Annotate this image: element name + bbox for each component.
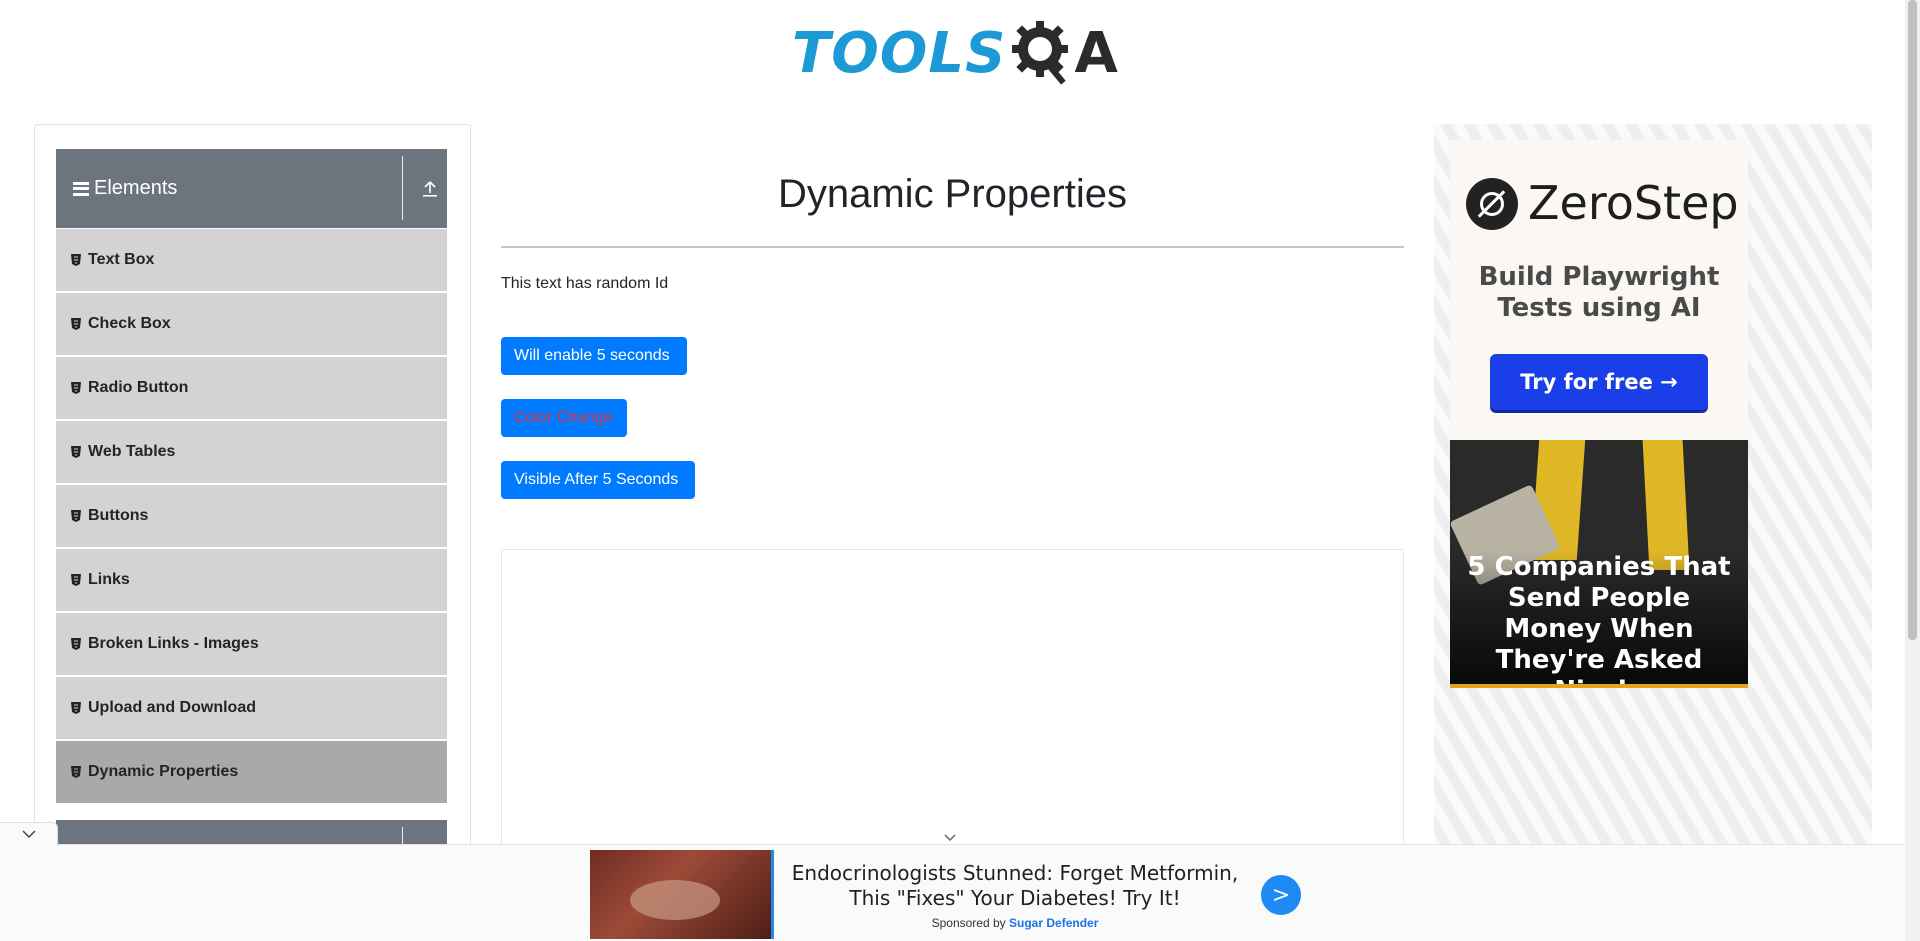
- header-divider: [402, 827, 403, 844]
- html5-icon: [71, 382, 81, 394]
- html5-icon: [71, 318, 81, 330]
- enable-after-button[interactable]: Will enable 5 seconds: [501, 337, 687, 375]
- html5-icon: [71, 766, 81, 778]
- elements-group-header[interactable]: Elements: [56, 149, 447, 228]
- html5-icon: [71, 446, 81, 458]
- sidebar-item-buttons[interactable]: Buttons: [56, 485, 447, 547]
- bottom-ad-image[interactable]: [590, 850, 774, 939]
- sidebar-item-radio-button[interactable]: Radio Button: [56, 357, 447, 419]
- try-for-free-button[interactable]: Try for free →: [1490, 354, 1708, 410]
- sidebar-item-label: Broken Links - Images: [88, 635, 259, 652]
- sidebar-item-label: Buttons: [88, 507, 149, 524]
- html5-icon: [71, 702, 81, 714]
- zerostep-logo-icon: [1466, 178, 1518, 230]
- visible-after-button[interactable]: Visible After 5 Seconds: [501, 461, 695, 499]
- sidebar-item-broken-links[interactable]: Broken Links - Images: [56, 613, 447, 675]
- sidebar-item-upload-download[interactable]: Upload and Download: [56, 677, 447, 739]
- upload-icon: [423, 181, 437, 197]
- sponsor-link[interactable]: Sugar Defender: [1009, 916, 1098, 930]
- chevron-down-icon: [22, 830, 36, 839]
- sidebar-item-label: Links: [88, 571, 130, 588]
- html5-icon: [71, 638, 81, 650]
- logo-suffix: A: [1074, 20, 1118, 86]
- promo-bar: [1450, 684, 1748, 688]
- sidebar-item-links[interactable]: Links: [56, 549, 447, 611]
- sidebar-item-label: Text Box: [88, 251, 155, 268]
- html5-icon: [71, 574, 81, 586]
- sidebar-item-web-tables[interactable]: Web Tables: [56, 421, 447, 483]
- sidebar-menu: Text Box Check Box Radio Button Web Tabl…: [56, 229, 447, 805]
- ad-frame: [501, 549, 1404, 849]
- zerostep-tagline: Build Playwright Tests using AI: [1478, 262, 1720, 323]
- title-divider: [501, 246, 1404, 248]
- collapse-ad-button[interactable]: [0, 822, 58, 846]
- group-title: Elements: [94, 177, 178, 199]
- scrollbar-thumb[interactable]: [1908, 0, 1917, 640]
- toolsqa-logo[interactable]: TOOLS A: [792, 14, 1118, 92]
- promo-headline: 5 Companies That Send People Money When …: [1467, 552, 1731, 688]
- sidebar-item-label: Web Tables: [88, 443, 176, 460]
- sponsor-line: Sponsored by Sugar Defender: [778, 916, 1252, 930]
- sponsored-prefix: Sponsored by: [931, 916, 1006, 930]
- zerostep-brand: ZeroStep: [1528, 176, 1739, 230]
- hamburger-icon: [73, 181, 89, 196]
- random-id-text: This text has random Id: [501, 275, 669, 292]
- page-title: Dynamic Properties: [777, 172, 1127, 216]
- sidebar-item-text-box[interactable]: Text Box: [56, 229, 447, 291]
- bottom-ad-headline[interactable]: Endocrinologists Stunned: Forget Metform…: [778, 861, 1252, 911]
- html5-icon: [71, 254, 81, 266]
- header-divider: [402, 156, 403, 220]
- sidebar-item-label: Upload and Download: [88, 699, 256, 716]
- ad-arrow-button[interactable]: >: [1261, 875, 1301, 915]
- cup-image: [630, 880, 720, 920]
- html5-icon: [71, 510, 81, 522]
- sidebar-item-label: Radio Button: [88, 379, 189, 396]
- forms-group-header[interactable]: [56, 820, 447, 844]
- logo-text: TOOLS: [792, 20, 1007, 86]
- color-change-button[interactable]: Color Change: [501, 399, 627, 437]
- sidebar-item-dynamic-properties[interactable]: Dynamic Properties: [56, 741, 447, 803]
- promo-ad[interactable]: 5 Companies That Send People Money When …: [1450, 440, 1748, 688]
- sidebar-item-label: Dynamic Properties: [88, 763, 239, 780]
- sidebar-item-check-box[interactable]: Check Box: [56, 293, 447, 355]
- chevron-down-icon[interactable]: [943, 833, 957, 843]
- gear-magnifier-icon: [1012, 21, 1069, 85]
- sidebar-item-label: Check Box: [88, 315, 171, 332]
